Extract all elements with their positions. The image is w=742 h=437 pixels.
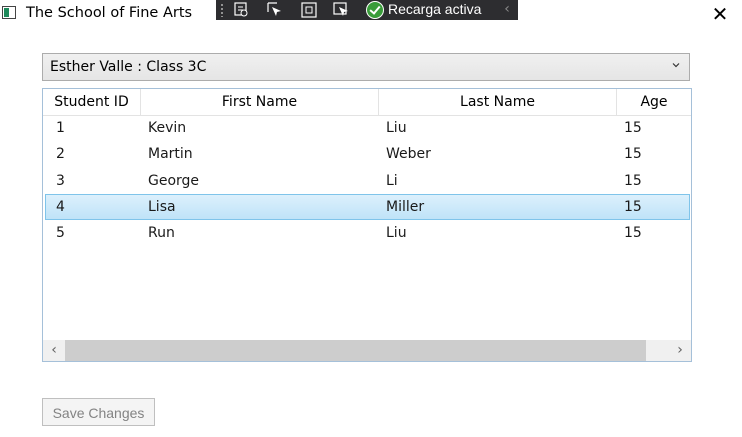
scrollbar-thumb[interactable] (65, 340, 646, 361)
students-datagrid[interactable]: Student ID First Name Last Name Age 1 Ke… (42, 88, 692, 362)
app-window-icon (2, 6, 16, 19)
table-row[interactable]: 1 Kevin Liu 15 (45, 115, 690, 141)
track-focus-icon[interactable] (330, 0, 352, 20)
table-row-selected[interactable]: 4 Lisa Miller 15 (45, 194, 690, 220)
close-icon: ✕ (711, 2, 729, 26)
chevron-down-icon (672, 63, 680, 68)
horizontal-scrollbar[interactable]: ‹ › (43, 340, 691, 361)
cell-last-name: Liu (386, 225, 407, 241)
cell-first-name: Kevin (148, 120, 187, 136)
save-changes-button[interactable]: Save Changes (42, 398, 155, 426)
collapse-toolbar-button[interactable]: ‹ (500, 0, 514, 20)
hot-reload-label: Recarga activa (388, 1, 482, 17)
chevron-left-icon: ‹ (51, 342, 57, 358)
cell-last-name: Li (386, 173, 398, 189)
cell-last-name: Miller (386, 199, 425, 215)
window-title: The School of Fine Arts (26, 5, 193, 21)
chevron-right-icon: › (677, 342, 683, 358)
cell-student-id: 2 (56, 146, 65, 162)
cell-student-id: 1 (56, 120, 65, 136)
cell-age: 15 (624, 120, 642, 136)
cell-student-id: 5 (56, 225, 65, 241)
cell-first-name: George (148, 173, 200, 189)
scroll-left-button[interactable]: ‹ (43, 340, 65, 361)
table-row[interactable]: 2 Martin Weber 15 (45, 141, 690, 167)
class-selector-value: Esther Valle : Class 3C (50, 59, 207, 75)
table-row[interactable]: 3 George Li 15 (45, 168, 690, 194)
cell-first-name: Martin (148, 146, 193, 162)
chevron-left-icon: ‹ (504, 1, 510, 17)
live-visual-tree-icon[interactable] (230, 0, 252, 20)
display-layout-adorners-icon[interactable] (298, 0, 320, 20)
class-selector-combobox[interactable]: Esther Valle : Class 3C (42, 53, 690, 81)
cell-student-id: 4 (56, 199, 65, 215)
column-header-student-id[interactable]: Student ID (43, 89, 141, 115)
close-button[interactable]: ✕ (708, 3, 732, 25)
cell-last-name: Weber (386, 146, 431, 162)
select-element-icon[interactable] (264, 0, 286, 20)
cell-age: 15 (624, 225, 642, 241)
column-header-age[interactable]: Age (617, 89, 691, 115)
toolbar-grip-icon[interactable] (220, 3, 224, 17)
cell-first-name: Lisa (148, 199, 176, 215)
column-header-last-name[interactable]: Last Name (379, 89, 617, 115)
column-header-first-name[interactable]: First Name (141, 89, 379, 115)
cell-last-name: Liu (386, 120, 407, 136)
cell-student-id: 3 (56, 173, 65, 189)
grid-header: Student ID First Name Last Name Age (43, 89, 691, 116)
debug-toolbar: Recarga activa ‹ (216, 0, 518, 20)
table-row[interactable]: 5 Run Liu 15 (45, 220, 690, 246)
cell-first-name: Run (148, 225, 175, 241)
cell-age: 15 (624, 173, 642, 189)
check-circle-icon (366, 1, 384, 19)
cell-age: 15 (624, 146, 642, 162)
scroll-right-button[interactable]: › (669, 340, 691, 361)
cell-age: 15 (624, 199, 642, 215)
